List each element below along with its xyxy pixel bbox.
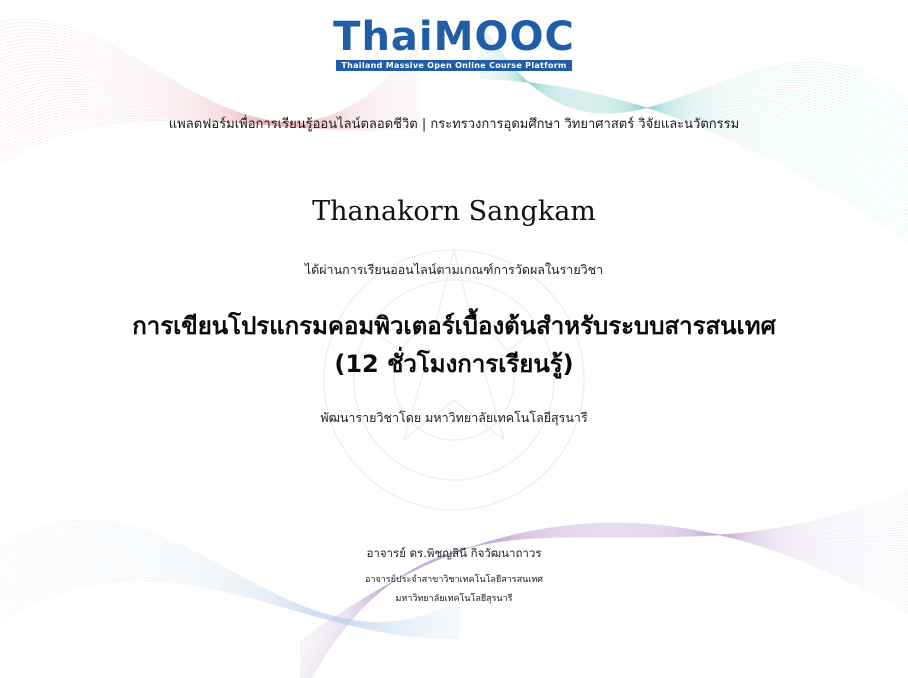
signatory-name: อาจารย์ ดร.พิชญสินี กิจวัฒนาถาวร <box>366 546 542 560</box>
course-title-line1: การเขียนโปรแกรมคอมพิวเตอร์เบื้องต้นสำหรั… <box>132 312 776 340</box>
logo-wordmark: ThaiMOOC <box>333 14 575 60</box>
course-title-line2: (12 ชั่วโมงการเรียนรู้) <box>334 350 574 378</box>
logo-brand-prefix: Thai <box>333 14 434 60</box>
logo-tagline: Thailand Massive Open Online Course Plat… <box>336 60 572 71</box>
platform-line: แพลตฟอร์มเพื่อการเรียนรู้ออนไลน์ตลอดชีวิ… <box>168 117 740 132</box>
signatory-organization: มหาวิทยาลัยเทคโนโลยีสุรนารี <box>395 594 513 604</box>
recipient-name: Thanakorn Sangkam <box>312 196 596 227</box>
certificate: ThaiMOOC Thailand Massive Open Online Co… <box>0 0 908 678</box>
logo-brand-suffix: MOOC <box>433 14 575 60</box>
course-title: การเขียนโปรแกรมคอมพิวเตอร์เบื้องต้นสำหรั… <box>0 307 908 383</box>
signatory-position: อาจารย์ประจำสาขาวิชาเทคโนโลยีสารสนเทศ <box>365 575 543 585</box>
developer-line: พัฒนารายวิชาโดย มหาวิทยาลัยเทคโนโลยีสุรน… <box>320 410 588 425</box>
passed-statement: ได้ผ่านการเรียนออนไลน์ตามเกณฑ์การวัดผลใน… <box>304 262 604 277</box>
thaimooc-logo: ThaiMOOC Thailand Massive Open Online Co… <box>0 14 908 71</box>
